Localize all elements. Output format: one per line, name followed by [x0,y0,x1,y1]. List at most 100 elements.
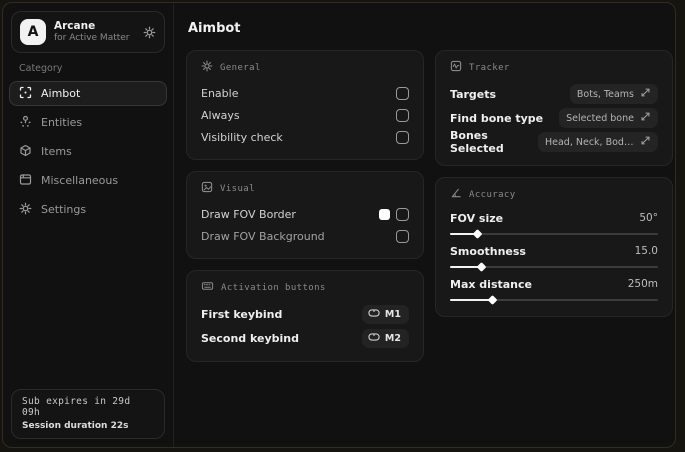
keyboard-icon [201,280,214,295]
smoothness-slider[interactable] [450,262,658,272]
max-distance-slider[interactable] [450,295,658,305]
sidebar: A Arcane for Active Matter Category Aimb… [3,3,174,447]
setting-label: Always [201,108,240,122]
subscription-info-card: Sub expires in 29d 09h Session duration … [11,389,165,439]
first-keybind-button[interactable]: M1 [361,304,409,324]
tracker-card: Tracker Targets Bots, Teams Find bone ty… [435,50,673,166]
app-logo: A [20,19,46,45]
visibility-check-checkbox[interactable] [396,130,409,144]
dropdown-label: Bones Selected [450,129,504,155]
dropdown-row: Targets Bots, Teams [450,82,658,106]
setting-label: Draw FOV Background [201,229,325,243]
keybind-row: First keybind M1 [201,302,409,326]
bones-selected-dropdown[interactable]: Head, Neck, Body, Pe.. [538,132,658,152]
scan-frame-icon [19,86,32,102]
mouse-icon [368,331,380,346]
setting-label: Visibility check [201,130,283,144]
sidebar-item-settings[interactable]: Settings [9,197,167,222]
activation-card-header: Activation buttons [201,280,409,295]
setting-row: Visibility check [201,126,409,148]
skeleton-icon [19,115,32,131]
sidebar-item-label: Items [41,145,72,158]
sidebar-item-label: Miscellaneous [41,174,119,187]
category-label: Category [19,63,63,74]
setting-label: Draw FOV Border [201,207,296,221]
cube-icon [19,144,32,160]
find-bone-type-dropdown[interactable]: Selected bone [559,108,658,128]
sidebar-item-label: Settings [41,203,87,216]
keybind-row: Second keybind M2 [201,326,409,350]
draw-fov-background-checkbox[interactable] [396,229,409,243]
expand-icon [640,135,651,149]
general-card-header: General [201,60,409,75]
left-column: General Enable Always Visibility check V… [186,50,424,362]
sidebar-item-miscellaneous[interactable]: Miscellaneous [9,168,167,193]
targets-dropdown[interactable]: Bots, Teams [569,84,658,104]
app-name: Arcane [54,19,96,32]
panel-lines-icon [19,173,32,189]
sidebar-item-label: Aimbot [41,87,81,100]
right-column: Tracker Targets Bots, Teams Find bone ty… [435,50,673,317]
general-card: General Enable Always Visibility check [186,50,424,160]
dropdown-label: Find bone type [450,111,544,125]
gear-icon[interactable] [143,26,156,39]
keybind-value: M1 [384,308,401,320]
dropdown-value: Head, Neck, Body, Pe.. [545,136,634,148]
keybind-label: First keybind [201,307,283,321]
dropdown-value: Bots, Teams [576,88,634,100]
slider-thumb[interactable] [487,295,498,305]
slider-thumb[interactable] [476,262,487,272]
section-title: Tracker [469,62,510,73]
sidebar-item-label: Entities [41,116,83,129]
page-title: Aimbot [188,21,241,36]
app-header-card: A Arcane for Active Matter [11,11,165,53]
activity-square-icon [450,60,462,75]
enable-checkbox[interactable] [396,86,409,100]
sidebar-item-items[interactable]: Items [9,139,167,164]
activation-buttons-card: Activation buttons First keybind M1 Seco… [186,270,424,362]
app-title-block: Arcane for Active Matter [54,20,130,44]
keybind-value: M2 [384,332,401,344]
section-title: General [220,62,261,73]
slider-value: 250m [627,278,658,290]
section-title: Activation buttons [221,282,326,293]
setting-row: Enable [201,82,409,104]
fov-size-slider[interactable] [450,229,658,239]
accuracy-card: Accuracy FOV size 50° Smoothness 15.0 Ma… [435,177,673,317]
slider-thumb[interactable] [472,229,483,239]
sidebar-item-entities[interactable]: Entities [9,110,167,135]
draw-fov-border-checkbox[interactable] [396,207,409,221]
second-keybind-button[interactable]: M2 [361,328,409,348]
slider-group: Smoothness 15.0 [450,242,658,272]
setting-row: Draw FOV Border [201,203,409,225]
dropdown-label: Targets [450,87,497,101]
visual-card-header: Visual [201,181,409,196]
slider-group: Max distance 250m [450,275,658,305]
tracker-card-header: Tracker [450,60,658,75]
keybind-label: Second keybind [201,331,299,345]
dropdown-row: Find bone type Selected bone [450,106,658,130]
visual-card: Visual Draw FOV Border Draw FOV Backgrou… [186,171,424,259]
sidebar-item-aimbot[interactable]: Aimbot [9,81,167,106]
angle-icon [450,187,462,202]
slider-label: FOV size [450,211,504,225]
setting-row: Always [201,104,409,126]
always-checkbox[interactable] [396,108,409,122]
session-duration-text: Session duration 22s [22,421,129,431]
sub-expiry-text: Sub expires in 29d 09h [22,396,131,418]
expand-icon [640,87,651,101]
main-content: Aimbot General Enable Always Visibility … [174,3,675,447]
sidebar-nav: Aimbot Entities Items Miscellaneous Sett… [3,81,173,222]
dropdown-row: Bones Selected Head, Neck, Body, Pe.. [450,129,658,155]
mouse-icon [368,307,380,322]
slider-value: 50° [639,212,658,224]
section-title: Visual [220,183,255,194]
gear-sparkle-icon [201,60,213,75]
app-window: A Arcane for Active Matter Category Aimb… [2,2,676,448]
section-title: Accuracy [469,189,516,200]
fov-border-color-swatch[interactable] [379,208,390,220]
app-subtitle: for Active Matter [54,32,130,43]
dropdown-value: Selected bone [566,112,634,124]
expand-icon [640,111,651,125]
accuracy-card-header: Accuracy [450,187,658,202]
